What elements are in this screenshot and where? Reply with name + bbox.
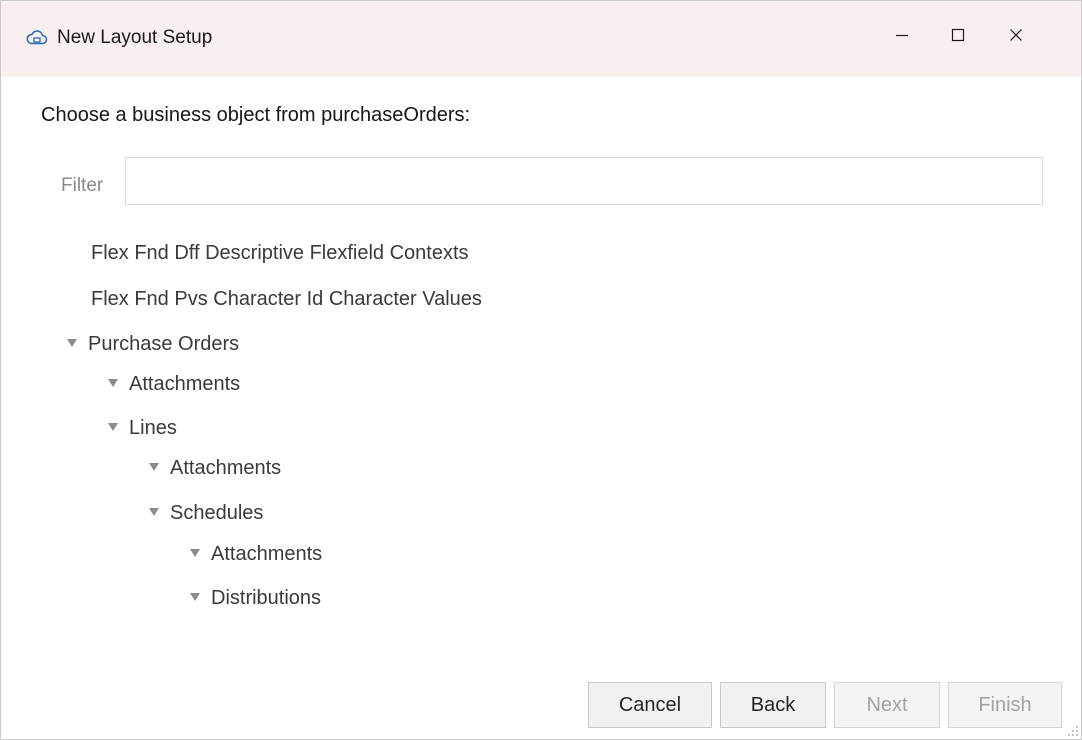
tree-item-label: Attachments — [211, 543, 323, 565]
maximize-icon — [950, 27, 966, 48]
expanded-caret-icon[interactable] — [190, 592, 200, 601]
tree-item-lines[interactable]: Lines — [108, 413, 177, 443]
filter-input[interactable] — [125, 157, 1043, 205]
tree-item-flex-fnd-dff[interactable]: Flex Fnd Dff Descriptive Flexfield Conte… — [91, 238, 469, 268]
expanded-caret-icon[interactable] — [108, 422, 118, 431]
window-title: New Layout Setup — [57, 27, 213, 48]
expanded-caret-icon[interactable] — [108, 378, 118, 387]
tree-item-label: Attachments — [129, 373, 241, 395]
cancel-button[interactable]: Cancel — [588, 682, 712, 728]
tree-item-attachments[interactable]: Attachments — [108, 369, 240, 399]
resize-grip-icon[interactable] — [1065, 723, 1079, 737]
close-icon — [1008, 27, 1024, 48]
finish-button[interactable]: Finish — [948, 682, 1062, 728]
tree-item-label: Schedules — [170, 502, 264, 524]
expanded-caret-icon[interactable] — [149, 462, 159, 471]
maximize-button[interactable] — [933, 13, 983, 61]
dialog-window: New Layout Setup Choose a business objec… — [0, 0, 1082, 740]
expanded-caret-icon[interactable] — [67, 338, 77, 347]
back-button[interactable]: Back — [720, 682, 826, 728]
minimize-icon — [894, 27, 910, 48]
tree-item-label: Lines — [129, 417, 177, 439]
tree-item-label: Flex Fnd Dff Descriptive Flexfield Conte… — [91, 242, 469, 264]
expanded-caret-icon[interactable] — [190, 548, 200, 557]
tree-item-flex-fnd-pvs[interactable]: Flex Fnd Pvs Character Id Character Valu… — [91, 284, 482, 314]
tree-item-label: Distributions — [211, 587, 322, 609]
expanded-caret-icon[interactable] — [149, 507, 159, 516]
next-button[interactable]: Next — [834, 682, 940, 728]
tree-item-schedules[interactable]: Schedules — [149, 498, 263, 528]
instruction-text: Choose a business object from purchaseOr… — [41, 104, 471, 126]
filter-label: Filter — [61, 175, 104, 196]
tree-item-distributions[interactable]: Distributions — [190, 583, 321, 613]
cloud-icon — [25, 26, 49, 50]
tree-item-label: Attachments — [170, 457, 282, 479]
minimize-button[interactable] — [877, 13, 927, 61]
close-button[interactable] — [991, 13, 1041, 61]
tree-item-lines-attachments[interactable]: Attachments — [149, 453, 281, 483]
tree-item-schedules-attachments[interactable]: Attachments — [190, 539, 322, 569]
tree-item-purchase-orders[interactable]: Purchase Orders — [67, 329, 239, 359]
tree-item-label: Purchase Orders — [88, 333, 240, 355]
title-bar[interactable]: New Layout Setup — [1, 1, 1081, 77]
tree-item-label: Flex Fnd Pvs Character Id Character Valu… — [91, 288, 482, 310]
